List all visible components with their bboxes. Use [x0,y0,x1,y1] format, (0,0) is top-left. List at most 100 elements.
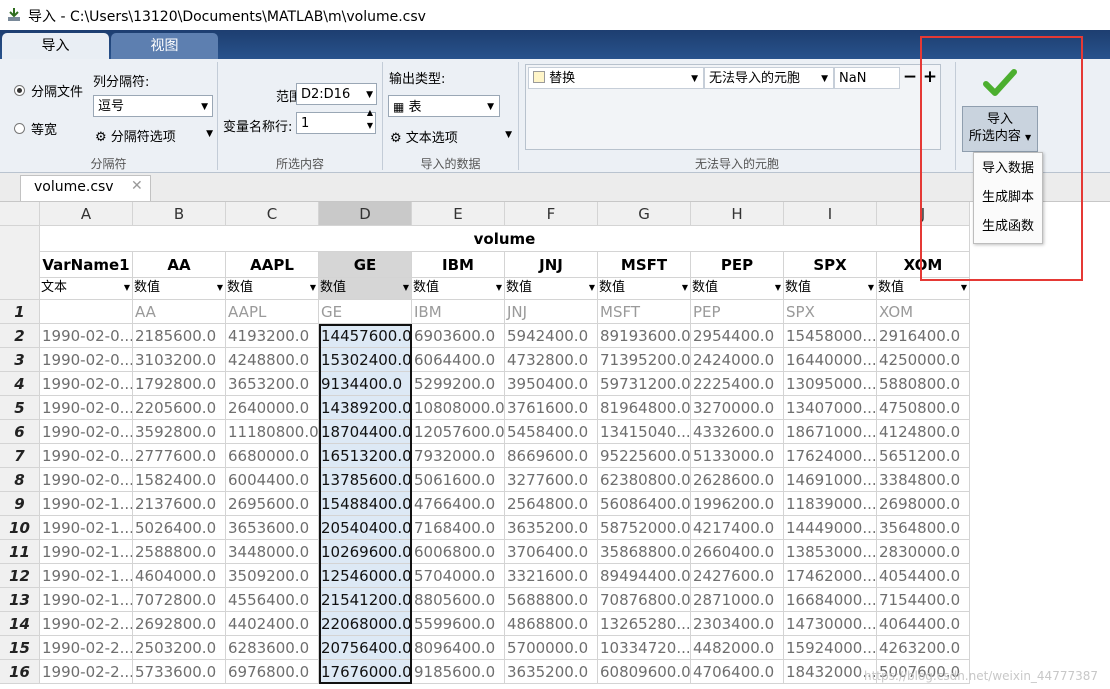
table-cell[interactable]: 5026400.0 [133,516,226,540]
variable-type-select[interactable]: 数值 ▼ [691,278,784,300]
table-cell[interactable]: 70876800.0 [598,588,691,612]
table-cell[interactable]: 13853000... [784,540,877,564]
table-cell[interactable]: 2916400.0 [877,324,970,348]
text-options-button[interactable]: ⚙ 文本选项 ▼ [390,127,514,146]
table-cell[interactable]: 2830000.0 [877,540,970,564]
table-cell[interactable]: 13095000... [784,372,877,396]
table-cell[interactable]: 5704000.0 [412,564,505,588]
variable-name-5[interactable]: JNJ [505,252,598,278]
table-cell[interactable]: 1990-02-0... [40,468,133,492]
column-header-D[interactable]: D [319,202,412,226]
table-cell[interactable]: 6004400.0 [226,468,319,492]
table-cell[interactable]: 9185600.0 [412,660,505,684]
stepper-down-icon[interactable]: ▼ [367,120,373,132]
table-cell[interactable]: 4124800.0 [877,420,970,444]
variable-type-select[interactable]: 数值 ▼ [133,278,226,300]
tab-view[interactable]: 视图 [111,33,218,59]
table-cell[interactable]: 11180800.0 [226,420,319,444]
table-cell[interactable]: 4604000.0 [133,564,226,588]
table-cell[interactable]: 3706400.0 [505,540,598,564]
original-name-cell[interactable]: AA [133,300,226,324]
column-header-H[interactable]: H [691,202,784,226]
rule-target-select[interactable]: 无法导入的元胞 ▼ [704,67,834,89]
table-cell[interactable]: 4556400.0 [226,588,319,612]
table-cell[interactable]: 6283600.0 [226,636,319,660]
rule-action-select[interactable]: 替换 ▼ [528,67,704,89]
table-cell[interactable]: 3509200.0 [226,564,319,588]
table-cell[interactable]: 2225400.0 [691,372,784,396]
table-cell[interactable]: 6976800.0 [226,660,319,684]
table-cell[interactable]: 1582400.0 [133,468,226,492]
table-cell[interactable]: 3635200.0 [505,660,598,684]
variable-name-0[interactable]: VarName1 [40,252,133,278]
table-cell[interactable]: 3448000.0 [226,540,319,564]
table-cell[interactable]: 56086400.0 [598,492,691,516]
radio-delimited[interactable] [14,85,25,96]
table-cell[interactable]: 71395200.0 [598,348,691,372]
original-name-cell[interactable]: GE [319,300,412,324]
table-cell[interactable]: 7154400.0 [877,588,970,612]
table-cell[interactable]: 95225600.0 [598,444,691,468]
range-input[interactable]: D2:D16 ▼ [296,83,377,105]
table-cell[interactable]: 81964800.0 [598,396,691,420]
table-cell[interactable]: 62380800.0 [598,468,691,492]
table-cell[interactable]: 2588800.0 [133,540,226,564]
table-cell[interactable]: 13415040... [598,420,691,444]
variable-type-select[interactable]: 数值 ▼ [598,278,691,300]
variable-name-2[interactable]: AAPL [226,252,319,278]
table-cell[interactable]: 89494400.0 [598,564,691,588]
table-cell[interactable]: 2777600.0 [133,444,226,468]
table-cell[interactable]: 5061600.0 [412,468,505,492]
table-cell[interactable]: 2698000.0 [877,492,970,516]
table-cell[interactable]: 5651200.0 [877,444,970,468]
table-cell[interactable]: 4732800.0 [505,348,598,372]
table-cell[interactable]: 2695600.0 [226,492,319,516]
table-cell[interactable]: 6064400.0 [412,348,505,372]
variable-type-select[interactable]: 数值 ▼ [319,278,412,300]
table-cell[interactable]: 12057600.0 [412,420,505,444]
table-cell[interactable]: 4868800.0 [505,612,598,636]
table-cell[interactable]: 15458000... [784,324,877,348]
table-cell[interactable]: 58752000.0 [598,516,691,540]
table-cell[interactable]: 3950400.0 [505,372,598,396]
table-cell[interactable]: 4248800.0 [226,348,319,372]
variable-name-7[interactable]: PEP [691,252,784,278]
table-cell[interactable]: 1990-02-2... [40,612,133,636]
table-cell[interactable]: 1990-02-0... [40,372,133,396]
table-cell[interactable]: 3103200.0 [133,348,226,372]
output-type-select[interactable]: ▦ 表 ▼ [388,95,500,117]
variable-type-select[interactable]: 数值 ▼ [784,278,877,300]
table-cell[interactable]: 4217400.0 [691,516,784,540]
original-name-cell[interactable]: IBM [412,300,505,324]
original-name-cell[interactable] [40,300,133,324]
table-cell[interactable]: 3564800.0 [877,516,970,540]
table-cell[interactable]: 1990-02-0... [40,396,133,420]
tab-import[interactable]: 导入 [2,33,109,59]
stepper-up-icon[interactable]: ▲ [367,107,373,119]
table-cell[interactable]: 10808000.0 [412,396,505,420]
table-cell[interactable]: 4054400.0 [877,564,970,588]
col-delimiter-select[interactable]: 逗号 ▼ [93,95,213,117]
table-cell[interactable]: 3761600.0 [505,396,598,420]
table-cell[interactable]: 1990-02-1... [40,492,133,516]
table-cell[interactable]: 7168400.0 [412,516,505,540]
table-cell[interactable]: 7932000.0 [412,444,505,468]
table-cell[interactable]: 16440000... [784,348,877,372]
delimiter-options-button[interactable]: ⚙ 分隔符选项 ▼ [95,126,215,145]
column-header-I[interactable]: I [784,202,877,226]
column-header-G[interactable]: G [598,202,691,226]
variable-name-8[interactable]: SPX [784,252,877,278]
table-cell[interactable]: 4482000.0 [691,636,784,660]
variable-type-select[interactable]: 数值 ▼ [226,278,319,300]
table-cell[interactable]: 5688800.0 [505,588,598,612]
table-cell[interactable]: 4332600.0 [691,420,784,444]
table-cell[interactable]: 16684000... [784,588,877,612]
variable-name-4[interactable]: IBM [412,252,505,278]
table-cell[interactable]: 14730000... [784,612,877,636]
table-cell[interactable]: 4193200.0 [226,324,319,348]
table-cell[interactable]: 3653600.0 [226,516,319,540]
original-name-cell[interactable]: AAPL [226,300,319,324]
table-cell[interactable]: 1990-02-0... [40,444,133,468]
table-cell[interactable]: 2137600.0 [133,492,226,516]
variable-type-select[interactable]: 数值 ▼ [412,278,505,300]
